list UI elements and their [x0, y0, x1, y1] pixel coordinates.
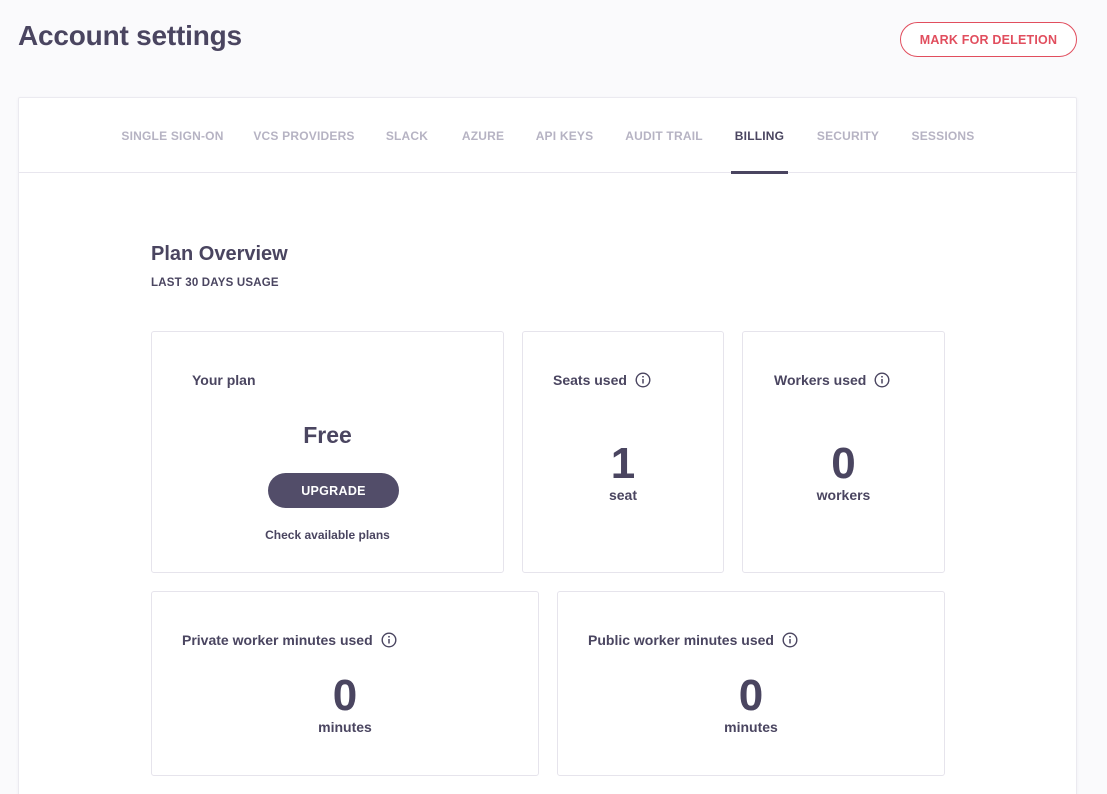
tab-bar: SINGLE SIGN-ON VCS PROVIDERS SLACK AZURE…	[19, 98, 1076, 174]
plan-card-label: Your plan	[192, 372, 256, 388]
public-minutes-value: 0	[738, 671, 764, 720]
info-icon[interactable]	[635, 372, 651, 388]
private-minutes-card: Private worker minutes used 0 minutes	[151, 591, 539, 776]
tab-azure[interactable]: AZURE	[454, 98, 512, 173]
tab-security[interactable]: SECURITY	[808, 98, 888, 173]
info-icon[interactable]	[381, 632, 397, 648]
settings-panel: SINGLE SIGN-ON VCS PROVIDERS SLACK AZURE…	[18, 97, 1077, 794]
tab-api-keys[interactable]: API KEYS	[530, 98, 599, 173]
tab-audit-trail[interactable]: AUDIT TRAIL	[619, 98, 709, 173]
info-icon[interactable]	[782, 632, 798, 648]
seats-card: Seats used 1 seat	[522, 331, 724, 573]
tab-billing[interactable]: BILLING	[731, 98, 788, 174]
upgrade-button[interactable]: UPGRADE	[268, 473, 399, 508]
private-minutes-unit: minutes	[318, 719, 372, 735]
workers-card: Workers used 0 workers	[742, 331, 945, 573]
section-title: Plan Overview	[151, 243, 288, 265]
private-minutes-card-label: Private worker minutes used	[182, 632, 397, 648]
workers-value: 0	[831, 439, 856, 488]
private-minutes-label-text: Private worker minutes used	[182, 632, 373, 648]
public-minutes-label-text: Public worker minutes used	[588, 632, 774, 648]
info-icon[interactable]	[874, 372, 890, 388]
plan-name: Free	[303, 422, 352, 448]
workers-card-label: Workers used	[774, 372, 890, 388]
tab-sessions[interactable]: SESSIONS	[904, 98, 982, 173]
public-minutes-card-label: Public worker minutes used	[588, 632, 798, 648]
mark-for-deletion-button[interactable]: MARK FOR DELETION	[900, 22, 1077, 57]
page-title: Account settings	[18, 20, 242, 51]
seats-label-text: Seats used	[553, 372, 627, 388]
seats-card-label: Seats used	[553, 372, 651, 388]
plan-card: Your plan Free UPGRADE Check available p…	[151, 331, 504, 573]
workers-label-text: Workers used	[774, 372, 867, 388]
tab-vcs-providers[interactable]: VCS PROVIDERS	[249, 98, 359, 173]
seats-value: 1	[610, 439, 636, 488]
seats-unit: seat	[608, 487, 638, 503]
section-subtitle: LAST 30 DAYS USAGE	[151, 277, 279, 289]
private-minutes-value: 0	[332, 671, 358, 720]
workers-unit: workers	[816, 487, 871, 503]
public-minutes-card: Public worker minutes used 0 minutes	[557, 591, 945, 776]
tab-single-sign-on[interactable]: SINGLE SIGN-ON	[113, 98, 232, 173]
check-plans-link[interactable]: Check available plans	[152, 528, 503, 542]
public-minutes-unit: minutes	[724, 719, 778, 735]
tab-slack[interactable]: SLACK	[379, 98, 435, 173]
